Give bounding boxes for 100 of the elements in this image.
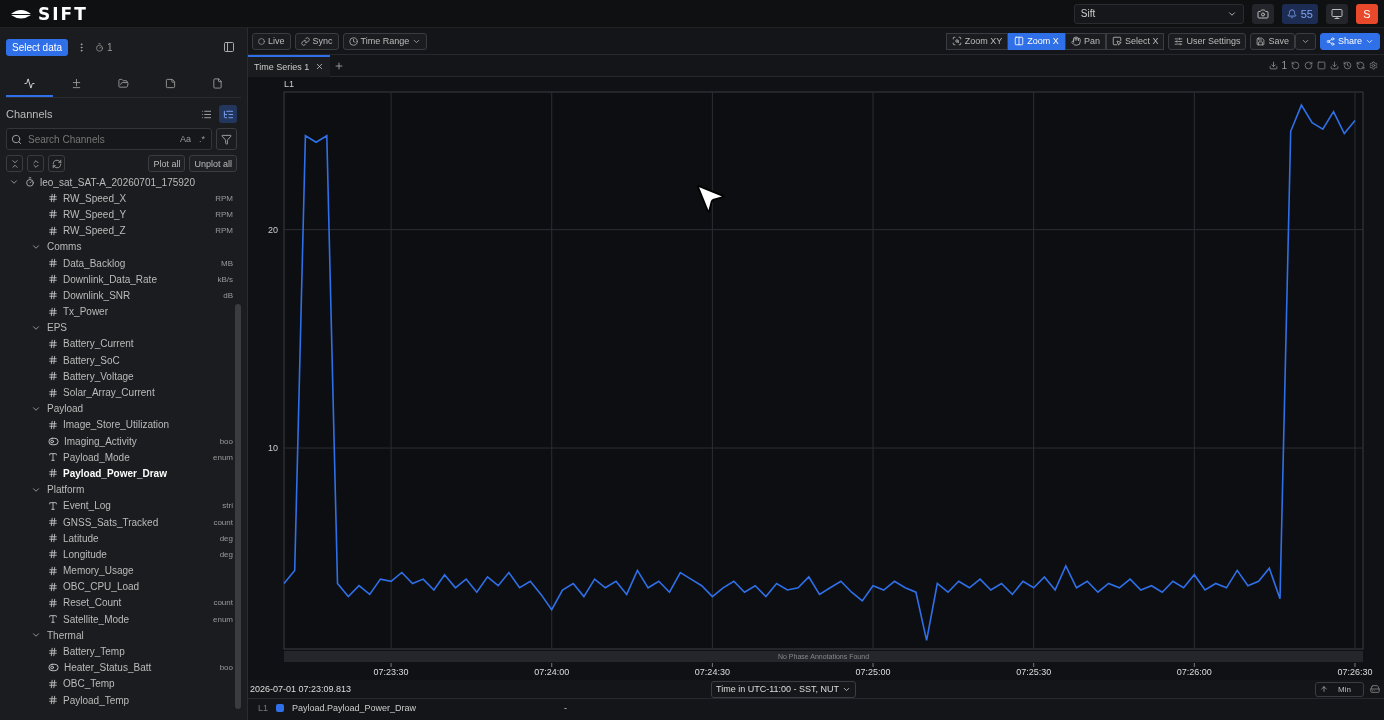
- channel-item[interactable]: Event_Log: [63, 500, 218, 512]
- channel-item[interactable]: Solar_Array_Current: [63, 387, 233, 399]
- settings-button[interactable]: User Settings: [1168, 32, 1247, 50]
- channel-item[interactable]: Latitude: [63, 532, 215, 544]
- group-label[interactable]: Payload: [47, 403, 233, 415]
- timezone-select[interactable]: Time in UTC-11:00 - SST, NUT: [711, 680, 857, 698]
- square-icon[interactable]: [1317, 61, 1326, 70]
- x-tick-label: 07:23:30: [373, 667, 409, 677]
- group-label[interactable]: Comms: [47, 241, 233, 253]
- monitor-button[interactable]: [1326, 3, 1348, 24]
- clock-icon: [348, 36, 358, 46]
- channel-item[interactable]: OBC_CPU_Load: [63, 581, 233, 593]
- regex-toggle[interactable]: .*: [197, 134, 207, 144]
- channel-item[interactable]: Satellite_Mode: [63, 613, 208, 625]
- history-icon[interactable]: [1343, 61, 1352, 70]
- storage-icon[interactable]: [1370, 684, 1380, 694]
- filter-button[interactable]: [216, 128, 237, 150]
- group-label[interactable]: EPS: [47, 322, 233, 334]
- section-title: Channels: [6, 108, 54, 120]
- channel-item[interactable]: Imaging_Activity: [64, 435, 215, 447]
- tree-view-button[interactable]: [219, 105, 237, 123]
- notifications-button[interactable]: 55: [1281, 3, 1318, 24]
- channel-item[interactable]: Downlink_Data_Rate: [63, 273, 213, 285]
- run-label[interactable]: leo_sat_SAT-A_20260701_175920: [40, 176, 233, 188]
- channel-item[interactable]: Battery_SoC: [63, 354, 233, 366]
- channel-item[interactable]: Reset_Count: [63, 597, 209, 609]
- channel-item[interactable]: Battery_Voltage: [63, 370, 233, 382]
- channel-item[interactable]: Payload_Temp: [63, 694, 233, 706]
- tab[interactable]: Time Series 1: [248, 54, 331, 77]
- plot-all-button[interactable]: Plot all: [148, 155, 186, 172]
- unit-label: enum: [213, 614, 233, 624]
- scrollbar[interactable]: [235, 304, 241, 709]
- mode-button[interactable]: Pan: [1064, 32, 1106, 50]
- channel-item[interactable]: Tx_Power: [63, 306, 233, 318]
- download-icon[interactable]: [1330, 61, 1339, 70]
- unplot-all-button[interactable]: Unplot all: [189, 155, 237, 172]
- unit-label: deg: [219, 533, 233, 543]
- toolbar-button[interactable]: Live: [252, 32, 291, 50]
- mode-button[interactable]: Zoom X: [1008, 32, 1065, 50]
- y-tick-label: 10: [268, 443, 278, 454]
- legend-label[interactable]: Payload.Payload_Power_Draw: [292, 702, 417, 713]
- hash-icon: [48, 695, 58, 706]
- toolbar-button[interactable]: Sync: [294, 32, 339, 50]
- legend-value: -: [564, 702, 568, 713]
- aggregate-select[interactable]: Min: [1315, 681, 1364, 697]
- unit-label: boo: [219, 663, 233, 673]
- hash-icon: [48, 581, 58, 592]
- refresh-icon[interactable]: [1356, 61, 1365, 70]
- search-icon: [11, 133, 22, 145]
- channel-item[interactable]: Image_Store_Utilization: [63, 419, 233, 431]
- group-label[interactable]: Thermal: [47, 629, 233, 641]
- panel-icon[interactable]: [223, 41, 235, 53]
- share-button[interactable]: Share: [1319, 32, 1380, 50]
- redo-icon[interactable]: [1304, 61, 1313, 70]
- y-tick-label: 20: [268, 224, 278, 235]
- channel-item[interactable]: Payload_Power_Draw: [63, 467, 233, 479]
- toolbar-button[interactable]: Time Range: [342, 32, 428, 50]
- camera-button[interactable]: [1251, 3, 1274, 24]
- save-button[interactable]: Save: [1250, 32, 1295, 50]
- refresh-button[interactable]: [48, 155, 65, 172]
- bell-icon: [1286, 8, 1297, 19]
- logo-text: SIFT: [38, 3, 88, 24]
- channel-item[interactable]: RW_Speed_Z: [63, 225, 211, 237]
- x-tick-label: 07:25:30: [1016, 667, 1052, 677]
- logo-mark-icon: [10, 7, 32, 20]
- mode-button[interactable]: Select X: [1105, 32, 1165, 50]
- download-count[interactable]: 1: [1269, 60, 1287, 71]
- channel-item[interactable]: Battery_Temp: [63, 646, 233, 658]
- list-icon: [200, 108, 212, 120]
- channel-item[interactable]: Payload_Mode: [63, 451, 208, 463]
- channel-item[interactable]: OBC_Temp: [63, 678, 233, 690]
- expand-icon: [30, 158, 41, 169]
- settings-icon[interactable]: [1369, 61, 1378, 70]
- expand-all-button[interactable]: [27, 155, 44, 172]
- channel-item[interactable]: Data_Backlog: [63, 257, 216, 269]
- undo-icon[interactable]: [1291, 61, 1300, 70]
- search-field[interactable]: Search Channels Aa .*: [6, 128, 212, 150]
- logo[interactable]: SIFT: [10, 3, 88, 24]
- channel-item[interactable]: GNSS_Sats_Tracked: [63, 516, 209, 528]
- hash-icon: [48, 338, 58, 349]
- avatar[interactable]: S: [1356, 3, 1378, 24]
- org-select[interactable]: Sift: [1073, 3, 1244, 24]
- close-icon[interactable]: [315, 62, 325, 71]
- match-case-toggle[interactable]: Aa: [177, 134, 193, 144]
- channel-item[interactable]: Heater_Status_Batt: [64, 662, 215, 674]
- hash-icon: [48, 517, 58, 528]
- channel-item[interactable]: Battery_Current: [63, 338, 233, 350]
- hash-icon: [48, 290, 58, 301]
- channel-item[interactable]: Memory_Usage: [63, 565, 233, 577]
- channel-item[interactable]: Longitude: [63, 548, 215, 560]
- collapse-all-button[interactable]: [6, 155, 23, 172]
- channel-item[interactable]: Downlink_SNR: [63, 289, 219, 301]
- unit-label: RPM: [215, 226, 233, 236]
- group-label[interactable]: Platform: [47, 484, 233, 496]
- select-data-button[interactable]: Select data: [6, 38, 69, 56]
- channel-item[interactable]: RW_Speed_Y: [63, 208, 211, 220]
- hash-icon: [48, 533, 58, 544]
- x-tick-label: 07:26:00: [1176, 667, 1212, 677]
- channel-item[interactable]: RW_Speed_X: [63, 192, 211, 204]
- mode-button[interactable]: Zoom XY: [945, 32, 1009, 50]
